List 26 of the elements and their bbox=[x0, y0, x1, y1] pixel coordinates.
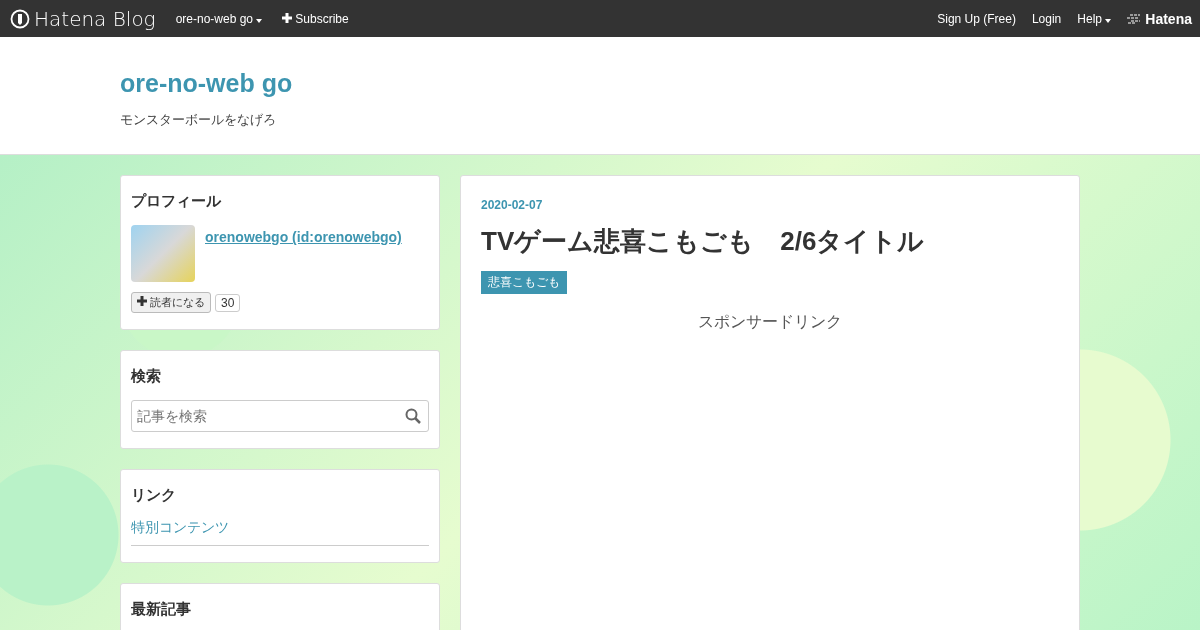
search-field[interactable]: 記事を検索 bbox=[131, 400, 429, 432]
blog-description: モンスターボールをなげろ bbox=[120, 111, 277, 129]
avatar-photo-placeholder bbox=[131, 225, 195, 282]
blog-menu[interactable]: ore-no-web go bbox=[175, 11, 263, 26]
sponsored-label: スポンサードリンク bbox=[697, 312, 843, 332]
section-heading: プロフィール bbox=[131, 192, 222, 211]
caret-icon bbox=[1105, 18, 1112, 23]
hatena-blog-logo[interactable]: Hatena Blog bbox=[10, 6, 156, 31]
subscribe-link[interactable]: Subscribe bbox=[282, 11, 349, 26]
pen-circle-icon bbox=[10, 8, 30, 29]
plus-icon bbox=[282, 12, 293, 23]
search-icon bbox=[405, 408, 421, 424]
hatena-logo[interactable]: Hatena bbox=[1127, 10, 1192, 27]
section-heading: 検索 bbox=[131, 367, 162, 386]
section-heading: リンク bbox=[131, 486, 177, 505]
plus-icon bbox=[137, 296, 147, 306]
sign-up-link[interactable]: Sign Up (Free) bbox=[937, 11, 1016, 26]
entry-title[interactable]: TVゲーム悲喜こもごも 2/6タイトル bbox=[481, 224, 1059, 259]
section-heading: 最新記事 bbox=[131, 600, 192, 619]
login-link[interactable]: Login bbox=[1031, 11, 1062, 26]
subscriber-count: 30 bbox=[215, 293, 241, 312]
link-item[interactable]: 特別コンテンツ bbox=[131, 519, 429, 546]
help-menu[interactable]: Help bbox=[1077, 11, 1112, 26]
entry-date[interactable]: 2020-02-07 bbox=[481, 198, 1059, 212]
caret-icon bbox=[256, 18, 263, 23]
subscribe-button[interactable]: 読者になる bbox=[131, 292, 211, 313]
